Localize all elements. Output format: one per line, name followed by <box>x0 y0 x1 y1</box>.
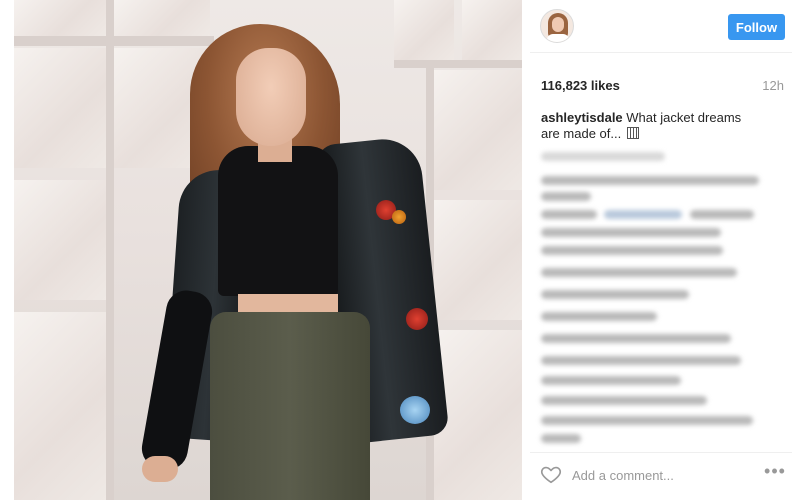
emoji-icon <box>626 127 639 139</box>
hand <box>142 456 178 482</box>
rose-embroidery <box>406 308 428 330</box>
post-photo[interactable] <box>14 0 522 500</box>
blurred-comment-line <box>541 356 741 365</box>
window-pane <box>14 180 106 300</box>
follow-button[interactable]: Follow <box>728 14 785 40</box>
profile-avatar[interactable] <box>540 9 574 43</box>
blurred-comment-line <box>690 210 754 219</box>
likes-count[interactable]: 116,823 likes <box>541 78 620 93</box>
window-pane <box>114 0 210 36</box>
caption: ashleytisdale What jacket dreams are mad… <box>541 110 763 142</box>
window-pane <box>434 200 522 320</box>
window-pane <box>14 0 106 36</box>
blurred-comment-line <box>604 210 682 219</box>
blurred-comment-line <box>541 192 591 201</box>
crop-top <box>218 146 338 296</box>
blurred-comment-line <box>541 152 665 161</box>
face <box>236 48 306 146</box>
window-pane <box>14 312 106 500</box>
window-frame <box>106 0 114 500</box>
blurred-comment-line <box>541 376 681 385</box>
divider <box>530 452 792 453</box>
caption-username[interactable]: ashleytisdale <box>541 110 623 125</box>
more-options-icon[interactable]: ••• <box>762 462 788 482</box>
blurred-comment-line <box>541 334 731 343</box>
blurred-comment-line <box>541 396 707 405</box>
blurred-comment-line <box>541 176 759 185</box>
rose-embroidery <box>392 210 406 224</box>
comment-input[interactable] <box>572 465 752 485</box>
blurred-comment-line <box>541 268 737 277</box>
blurred-comment-line <box>541 434 581 443</box>
blurred-comment-line <box>541 228 721 237</box>
window-pane <box>14 48 106 168</box>
divider <box>530 52 792 53</box>
blurred-comment-line <box>541 416 753 425</box>
blurred-comment-line <box>541 210 597 219</box>
window-pane <box>394 0 454 60</box>
window-frame <box>394 60 522 68</box>
window-frame <box>14 36 214 46</box>
blurred-comment-line <box>541 246 723 255</box>
olive-pants <box>210 312 370 500</box>
heart-icon[interactable] <box>540 463 562 485</box>
window-pane <box>462 0 522 60</box>
post-timestamp[interactable]: 12h <box>730 78 784 93</box>
window-pane <box>434 70 522 190</box>
rose-embroidery <box>400 396 430 424</box>
blurred-comment-line <box>541 312 657 321</box>
blurred-comment-line <box>541 290 689 299</box>
